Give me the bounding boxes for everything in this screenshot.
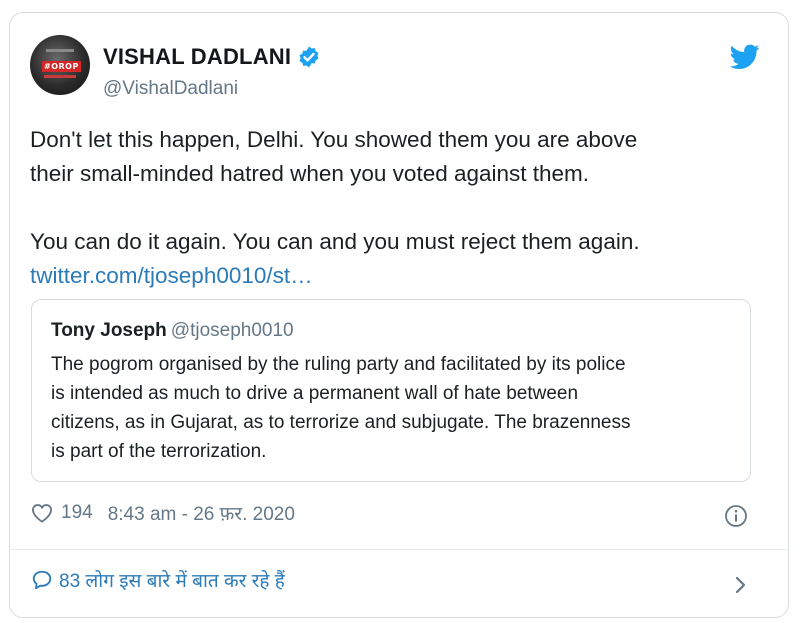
quoted-line: The pogrom organised by the ruling party… — [51, 354, 626, 375]
avatar[interactable]: #OROP — [30, 35, 90, 95]
quoted-line: citizens, as in Gujarat, as to terrorize… — [51, 412, 631, 433]
tweet-line: their small-minded hatred when you voted… — [30, 161, 590, 186]
avatar-decoration — [44, 75, 76, 78]
quoted-author-name: Tony Joseph — [51, 320, 167, 341]
conversation-link[interactable]: 83 लोग इस बारे में बात कर रहे हैं — [31, 567, 285, 593]
divider — [9, 549, 789, 550]
avatar-badge: #OROP — [42, 61, 81, 72]
author-handle[interactable]: @VishalDadlani — [103, 78, 238, 100]
quoted-line: is intended as much to drive a permanent… — [51, 383, 579, 404]
heart-icon[interactable] — [31, 503, 53, 523]
chevron-right-icon[interactable] — [733, 576, 747, 594]
quoted-author-handle: @tjoseph0010 — [170, 320, 294, 341]
author-name-row[interactable]: VISHAL DADLANI — [103, 44, 321, 70]
tweet-text: Don't let this happen, Delhi. You showed… — [30, 123, 770, 293]
tweet-meta: 194 8:43 am - 26 फ़र. 2020 — [31, 500, 295, 526]
quoted-line: is part of the terrorization. — [51, 441, 267, 462]
tweet-line: You can do it again. You can and you mus… — [30, 229, 640, 254]
tweet-line: Don't let this happen, Delhi. You showed… — [30, 127, 638, 152]
like-count[interactable]: 194 — [61, 502, 93, 524]
twitter-bird-icon[interactable] — [730, 44, 760, 70]
tweet-link[interactable]: twitter.com/tjoseph0010/st… — [30, 263, 313, 288]
quoted-tweet-text: The pogrom organised by the ruling party… — [51, 350, 741, 466]
timestamp[interactable]: 8:43 am - 26 फ़र. 2020 — [108, 500, 295, 526]
info-icon[interactable] — [724, 504, 748, 528]
conversation-text[interactable]: 83 लोग इस बारे में बात कर रहे हैं — [59, 567, 285, 593]
quoted-tweet[interactable]: Tony Joseph @tjoseph0010 The pogrom organ… — [31, 299, 751, 482]
display-name[interactable]: VISHAL DADLANI — [103, 44, 291, 70]
avatar-decoration — [46, 49, 74, 52]
quoted-tweet-header: Tony Joseph @tjoseph0010 — [51, 320, 294, 342]
verified-badge-icon — [299, 46, 319, 68]
speech-bubble-icon — [32, 570, 52, 590]
